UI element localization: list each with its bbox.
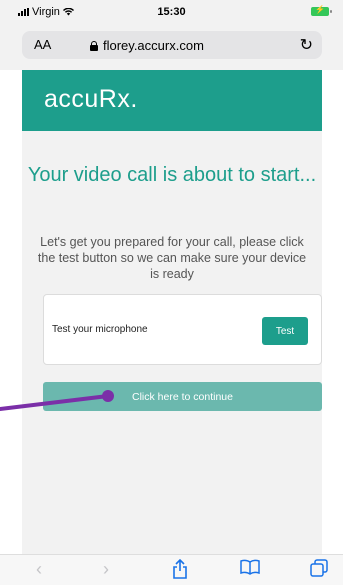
back-icon[interactable]: ‹ <box>36 559 42 579</box>
lock-icon <box>90 40 98 51</box>
tabs-icon[interactable] <box>310 559 328 581</box>
accurx-logo: accuRx. <box>44 85 138 113</box>
status-bar: Virgin 15:30 ⚡ <box>0 0 343 24</box>
continue-button[interactable]: Click here to continue <box>43 382 322 411</box>
address-bar[interactable]: AA florey.accurx.com ↻ <box>22 31 322 59</box>
battery-icon: ⚡ <box>311 5 332 16</box>
microphone-test-card: Test your microphone Test <box>43 294 322 365</box>
share-icon[interactable] <box>172 558 188 583</box>
page-title: Your video call is about to start... <box>27 164 317 186</box>
microphone-label: Test your microphone <box>52 324 148 335</box>
bookmarks-icon[interactable] <box>240 559 260 579</box>
main-content: Your video call is about to start... Let… <box>22 131 322 554</box>
reload-icon[interactable]: ↻ <box>300 35 313 55</box>
url-text: florey.accurx.com <box>103 38 204 53</box>
test-button[interactable]: Test <box>262 317 308 345</box>
status-time: 15:30 <box>157 6 186 18</box>
forward-icon[interactable]: › <box>103 559 109 579</box>
browser-bar: AA florey.accurx.com ↻ <box>0 24 343 70</box>
app-header: accuRx. <box>22 70 322 131</box>
text-size-button[interactable]: AA <box>34 37 51 52</box>
browser-toolbar: ‹ › <box>0 554 343 585</box>
url-display[interactable]: florey.accurx.com <box>90 38 204 53</box>
page-description: Let's get you prepared for your call, pl… <box>37 235 307 281</box>
